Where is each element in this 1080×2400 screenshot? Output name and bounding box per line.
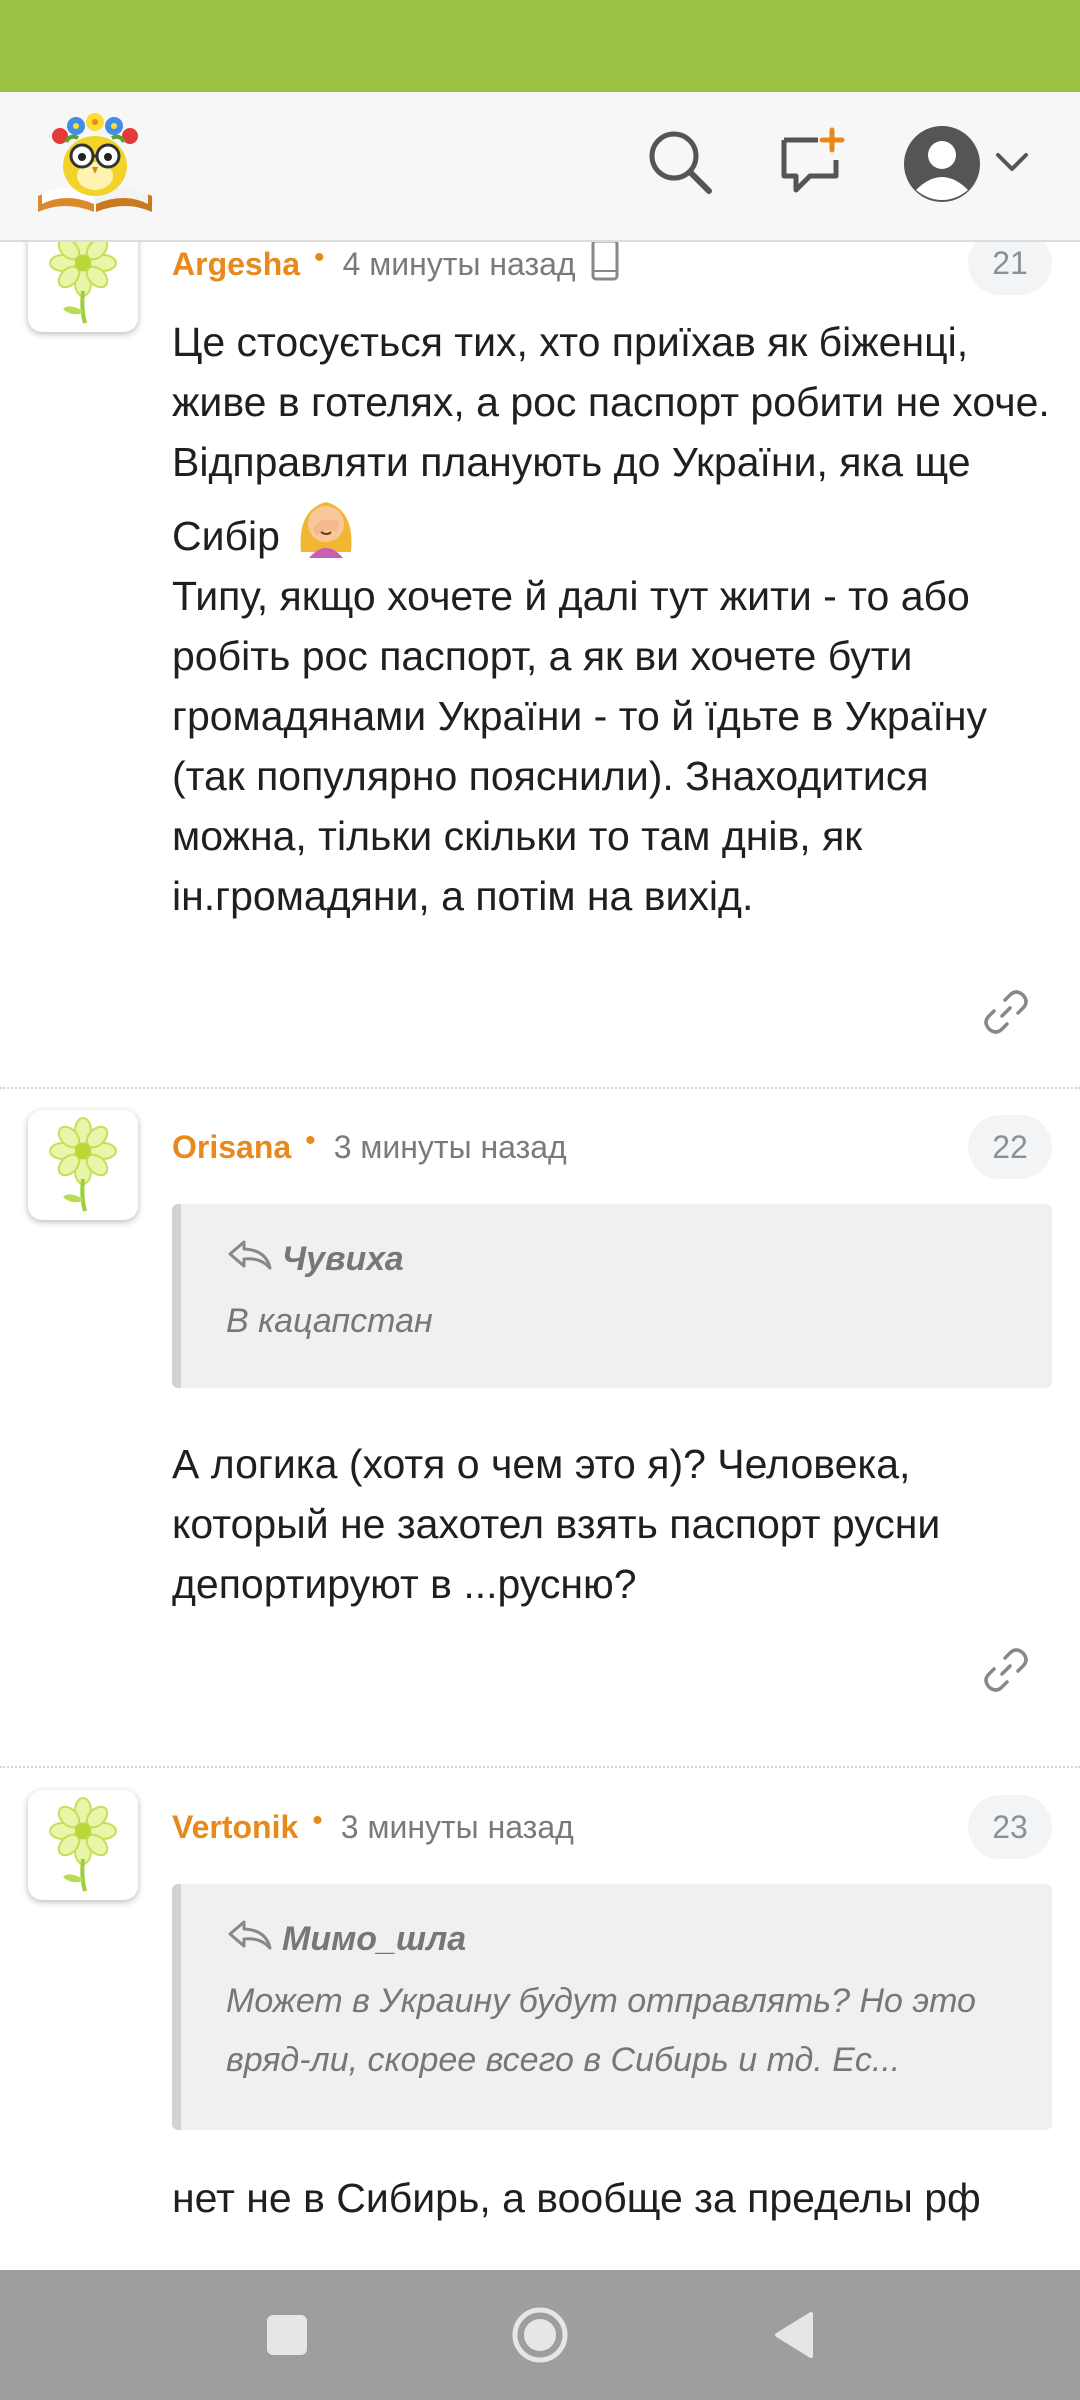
- comment-body: Це стосується тих, хто приїхав як біженц…: [172, 312, 1062, 926]
- comment-body: нет не в Сибирь, а вообще за пределы рф: [172, 2175, 981, 2221]
- quote-block: Мимо_шла Может в Украину будут отправлят…: [172, 1884, 1052, 2130]
- comment-number-badge[interactable]: 21: [968, 242, 1052, 295]
- triangle-back-icon[interactable]: [753, 2295, 833, 2375]
- comment-meta: Vertonik • 3 минуты назад: [172, 1804, 574, 1849]
- facepalm-emoji-icon: [291, 502, 361, 559]
- reading-owl-logo-icon[interactable]: [30, 104, 160, 222]
- comment-author[interactable]: Vertonik: [172, 1809, 298, 1846]
- quote-author-name[interactable]: Мимо_шла: [282, 1920, 466, 1959]
- circle-home-icon[interactable]: [500, 2295, 580, 2375]
- comment-time[interactable]: 3 минуты назад: [334, 1129, 567, 1166]
- comment-time[interactable]: 3 минуты назад: [341, 1809, 574, 1846]
- app-header: [0, 92, 1080, 242]
- quote-text: В кацапстан: [226, 1302, 433, 1340]
- chevron-down-icon[interactable]: [990, 122, 1034, 202]
- comment-paragraph: Це стосується тих, хто приїхав як біженц…: [172, 312, 1062, 566]
- flower-avatar-icon[interactable]: [28, 1790, 138, 1900]
- search-icon[interactable]: [640, 122, 720, 202]
- separator-dot: •: [312, 1804, 323, 1837]
- quote-author: Чувиха: [226, 1234, 1022, 1284]
- reply-arrow-icon: [226, 1918, 274, 1961]
- square-recents-icon[interactable]: [247, 2295, 327, 2375]
- comment-time[interactable]: 4 минуты назад: [343, 246, 576, 283]
- comment-meta: Argesha • 4 минуты назад: [172, 242, 620, 286]
- comment-number-badge[interactable]: 23: [968, 1795, 1052, 1859]
- mobile-phone-icon: [590, 242, 620, 289]
- comment-author[interactable]: Argesha: [172, 246, 300, 283]
- separator-dot: •: [305, 1124, 316, 1157]
- comment-author[interactable]: Orisana: [172, 1129, 291, 1166]
- link-icon[interactable]: [976, 982, 1036, 1042]
- quote-text: Может в Украину будут отправлять? Но это…: [226, 1972, 1022, 2090]
- quote-author: Мимо_шла: [226, 1914, 1022, 1964]
- comment-divider: [0, 1766, 1080, 1768]
- comment-number-badge[interactable]: 22: [968, 1115, 1052, 1179]
- comments-list: Argesha • 4 минуты назад 21 Це стосуєтьс…: [0, 242, 1080, 2270]
- quote-author-name[interactable]: Чувиха: [282, 1240, 404, 1279]
- quote-block: Чувиха В кацапстан: [172, 1204, 1052, 1388]
- reply-arrow-icon: [226, 1238, 274, 1281]
- separator-dot: •: [314, 242, 325, 274]
- add-message-icon[interactable]: [772, 122, 852, 202]
- quote-text-line: Может в Украину будут отправлять? Но это: [226, 1982, 976, 2020]
- system-nav-bar: [0, 2270, 1080, 2400]
- comment-body: А логика (хотя о чем это я)? Человека, к…: [172, 1441, 941, 1607]
- flower-avatar-icon[interactable]: [28, 1110, 138, 1220]
- status-bar: [0, 0, 1080, 92]
- comment-paragraph: Типу, якщо хочете й далі тут жити - то а…: [172, 573, 987, 919]
- user-avatar-icon[interactable]: [900, 122, 984, 206]
- quote-text-line: вряд-ли, скорее всего в Сибирь и тд. Ес.…: [226, 2041, 901, 2079]
- link-icon[interactable]: [976, 1640, 1036, 1700]
- flower-avatar-icon[interactable]: [28, 242, 138, 332]
- comment-meta: Orisana • 3 минуты назад: [172, 1124, 567, 1169]
- comment-divider: [0, 1087, 1080, 1089]
